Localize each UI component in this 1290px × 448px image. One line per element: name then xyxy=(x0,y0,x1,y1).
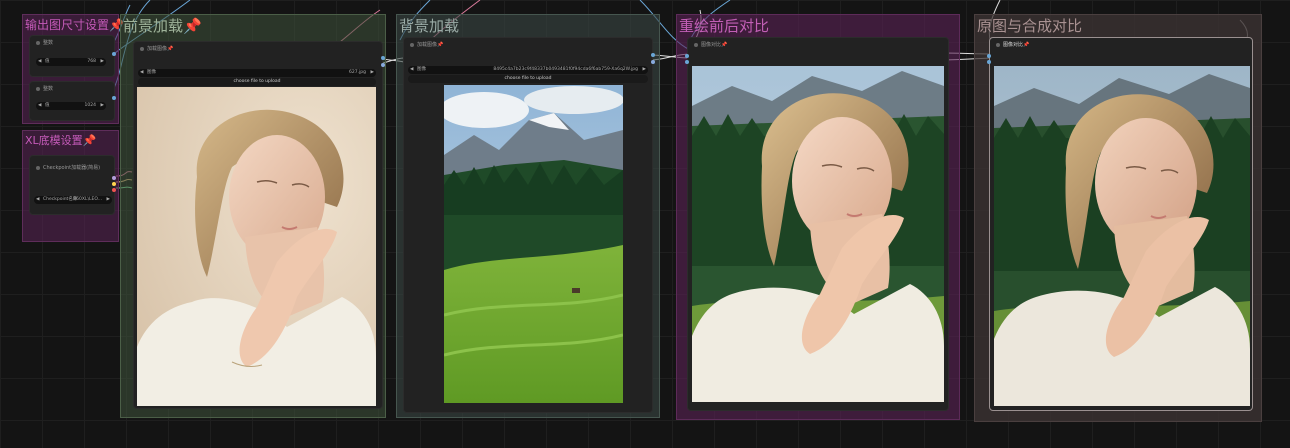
composite-compare-svg xyxy=(994,66,1250,406)
group-title-text: 重绘前后对比 xyxy=(679,17,770,35)
mask-output-slot[interactable] xyxy=(651,60,655,64)
group-title-text: XL底模设置 xyxy=(25,134,83,147)
collapse-dot-icon[interactable] xyxy=(36,165,40,170)
collapse-dot-icon[interactable] xyxy=(36,86,40,91)
relight-compare-image xyxy=(692,66,944,402)
increment-icon[interactable]: ▶ xyxy=(643,66,646,74)
width-value-widget[interactable]: ◀ 值 768 ▶ xyxy=(36,58,106,66)
increment-icon[interactable]: ▶ xyxy=(101,102,104,110)
image-b-input-slot[interactable] xyxy=(987,60,991,64)
group-title-output-size: 输出图尺寸设置📌 xyxy=(25,16,124,33)
composite-compare-image xyxy=(994,66,1250,406)
clip-output-slot[interactable] xyxy=(112,182,116,186)
node-title: 整数 xyxy=(43,40,54,46)
node-checkpoint-loader[interactable]: Checkpoint加载器(简易) ◀ Checkpoint名称 860XL\L… xyxy=(29,155,116,215)
decrement-icon[interactable]: ◀ xyxy=(140,69,143,77)
widget-label: 图像 xyxy=(417,67,426,72)
image-b-input-slot[interactable] xyxy=(685,60,689,64)
node-title: 图像对比 xyxy=(701,42,722,48)
group-composite-compare: 原图与合成对比 图像对比📌 xyxy=(974,14,1262,422)
pin-icon: 📌 xyxy=(183,17,202,35)
foreground-photo xyxy=(137,87,376,406)
pin-icon: 📌 xyxy=(721,42,728,48)
node-load-image-foreground[interactable]: 加载图像📌 ◀ 图像 627.jpg ▶ choose file to uplo… xyxy=(133,41,385,409)
widget-label: 值 xyxy=(45,59,50,64)
widget-value: 1024 xyxy=(84,103,96,108)
node-title: 图像对比 xyxy=(1003,42,1024,48)
pin-icon: 📌 xyxy=(167,46,174,52)
widget-value: 627.jpg xyxy=(349,70,366,75)
group-title-foreground: 前景加载📌 xyxy=(123,15,202,36)
image-a-input-slot[interactable] xyxy=(685,54,689,58)
node-integer-width[interactable]: 整数 ◀ 值 768 ▶ xyxy=(29,35,116,77)
increment-icon[interactable]: ▶ xyxy=(371,69,374,77)
node-image-compare-relight[interactable]: 图像对比📌 xyxy=(685,37,949,411)
mask-output-slot[interactable] xyxy=(381,63,385,67)
background-photo xyxy=(444,85,623,403)
group-title-text: 背景加载 xyxy=(399,17,460,35)
pin-icon: 📌 xyxy=(437,42,444,48)
output-slot[interactable] xyxy=(112,96,116,100)
group-relight-compare: 重绘前后对比 图像对比📌 xyxy=(676,14,960,420)
collapse-dot-icon[interactable] xyxy=(36,40,40,45)
image-output-slot[interactable] xyxy=(651,53,655,57)
collapse-dot-icon[interactable] xyxy=(140,46,144,51)
node-integer-height[interactable]: 整数 ◀ 值 1024 ▶ xyxy=(29,81,116,121)
group-title-text: 前景加载 xyxy=(123,17,184,35)
height-value-widget[interactable]: ◀ 值 1024 ▶ xyxy=(36,102,106,110)
checkpoint-name-widget[interactable]: ◀ Checkpoint名称 860XL\LEO... ▶ xyxy=(34,196,112,204)
relight-compare-svg xyxy=(692,66,944,402)
widget-label: 值 xyxy=(45,103,50,108)
decrement-icon[interactable]: ◀ xyxy=(410,66,413,74)
group-title-text: 输出图尺寸设置 xyxy=(25,18,110,32)
pin-icon: 📌 xyxy=(82,134,97,147)
group-title-xl-model: XL底模设置📌 xyxy=(25,132,96,148)
increment-icon[interactable]: ▶ xyxy=(101,58,104,66)
widget-value: 8495c4a7b23c9f48337b0493481f0f94cda6f6ab… xyxy=(493,67,638,72)
widget-label: Checkpoint名称 xyxy=(43,197,78,202)
node-load-image-background[interactable]: 加载图像📌 ◀ 图像 8495c4a7b23c9f48337b0493481f0… xyxy=(403,37,655,413)
foreground-photo-svg xyxy=(137,87,376,406)
background-photo-svg xyxy=(444,85,623,403)
model-output-slot[interactable] xyxy=(112,176,116,180)
node-title: 整数 xyxy=(43,86,54,92)
node-title: 加载图像 xyxy=(417,42,438,48)
image-output-slot[interactable] xyxy=(381,56,385,60)
increment-icon[interactable]: ▶ xyxy=(107,196,110,204)
group-title-text: 原图与合成对比 xyxy=(977,17,1083,35)
image-a-input-slot[interactable] xyxy=(987,54,991,58)
node-title: 加载图像 xyxy=(147,46,168,52)
widget-label: 图像 xyxy=(147,70,156,75)
pin-icon: 📌 xyxy=(1023,42,1030,48)
upload-button[interactable]: choose file to upload xyxy=(138,78,376,86)
collapse-dot-icon[interactable] xyxy=(694,42,698,47)
upload-button[interactable]: choose file to upload xyxy=(408,75,648,83)
group-title-background: 背景加载 xyxy=(399,15,459,36)
widget-value: 768 xyxy=(87,59,96,64)
group-title-composite-compare: 原图与合成对比 xyxy=(977,15,1082,36)
collapse-dot-icon[interactable] xyxy=(996,42,1000,47)
decrement-icon[interactable]: ◀ xyxy=(38,58,41,66)
group-background: 背景加载 加载图像📌 ◀ 图像 8495c4a7b23c9f48337b0493… xyxy=(396,14,660,418)
image-select-widget[interactable]: ◀ 图像 8495c4a7b23c9f48337b0493481f0f94cda… xyxy=(408,66,648,74)
widget-value: 860XL\LEO... xyxy=(73,197,102,202)
group-title-relight-compare: 重绘前后对比 xyxy=(679,15,769,36)
decrement-icon[interactable]: ◀ xyxy=(38,102,41,110)
collapse-dot-icon[interactable] xyxy=(410,42,414,47)
group-output-size: 输出图尺寸设置📌 整数 ◀ 值 768 ▶ 整数 ◀ 值 1024 ▶ xyxy=(22,14,124,124)
vae-output-slot[interactable] xyxy=(112,188,116,192)
group-xl-model: XL底模设置📌 Checkpoint加载器(简易) ◀ Checkpoint名称… xyxy=(22,130,119,242)
image-select-widget[interactable]: ◀ 图像 627.jpg ▶ xyxy=(138,69,376,77)
node-title: Checkpoint加载器(简易) xyxy=(43,165,101,171)
output-slot[interactable] xyxy=(112,52,116,56)
decrement-icon[interactable]: ◀ xyxy=(36,196,39,204)
node-image-compare-composite[interactable]: 图像对比📌 xyxy=(987,37,1253,411)
group-foreground: 前景加载📌 加载图像📌 ◀ 图像 627.jpg ▶ choose file t… xyxy=(120,14,386,418)
